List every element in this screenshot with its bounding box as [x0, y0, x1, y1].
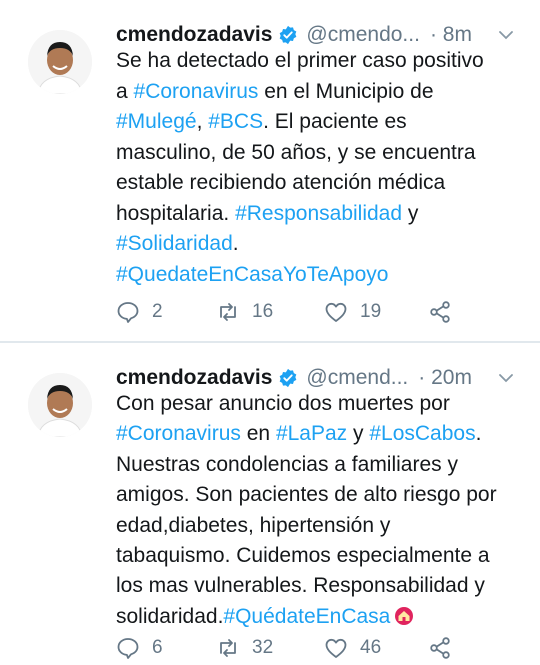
- tweet-text-line: #QuedateEnCasaYoTeApoyo: [116, 260, 536, 291]
- tweet-text-segment: a: [116, 79, 134, 103]
- timestamp[interactable]: · 20m: [418, 364, 472, 392]
- tweet-text-segment: en el Municipio de: [258, 79, 434, 103]
- hashtag-link[interactable]: #QuédateEnCasa: [223, 605, 390, 628]
- tweet-text-segment: ,: [196, 110, 209, 133]
- tweet-text-line: Con pesar anuncio dos muertes por: [116, 389, 536, 419]
- tweet-text-line: #Solidaridad.: [116, 229, 536, 260]
- tweet-text-segment: amigos. Son pacientes de alto riesgo por: [116, 483, 497, 507]
- tweet-text-segment: y: [402, 201, 419, 225]
- avatar[interactable]: [28, 30, 92, 94]
- tweet-text-segment: Se ha detectado el primer caso positivo: [116, 49, 484, 72]
- chevron-down-icon[interactable]: [498, 370, 514, 386]
- verified-badge-icon: [280, 25, 297, 45]
- handle[interactable]: @cmendo...: [306, 21, 420, 49]
- hashtag-link[interactable]: #BCS: [208, 110, 263, 133]
- retweet-icon: [220, 303, 236, 321]
- display-name[interactable]: cmendozadavis: [116, 21, 272, 49]
- tweet-text-line: edad,diabetes, hipertensión y: [116, 511, 536, 541]
- hashtag-link[interactable]: #Responsabilidad: [235, 202, 402, 225]
- hashtag-link[interactable]: #LaPaz: [276, 422, 347, 445]
- display-name[interactable]: cmendozadavis: [116, 364, 272, 392]
- avatar[interactable]: [28, 373, 92, 437]
- chevron-down-icon[interactable]: [498, 27, 514, 43]
- timestamp[interactable]: · 8m: [430, 21, 472, 49]
- tweet-text-segment: hospitalaria.: [116, 201, 236, 225]
- hashtag-link[interactable]: #LosCabos: [369, 422, 475, 445]
- retweet-icon: [220, 639, 236, 657]
- tweet-text-segment: . El paciente es: [263, 110, 407, 133]
- tweet-text: Se ha detectado el primer caso positivo a…: [116, 46, 536, 290]
- verified-badge-icon: [280, 368, 297, 388]
- house-with-garden-icon: [395, 606, 414, 625]
- reply-count: 6: [152, 637, 163, 658]
- like-count: 46: [360, 637, 382, 658]
- tweet-text-line: Nuestras condolencias a familiares y: [116, 450, 536, 480]
- hashtag-link[interactable]: #Solidaridad: [116, 232, 233, 255]
- reply-icon: [117, 638, 139, 659]
- tweet-text-segment: edad,diabetes, hipertensión y: [116, 513, 391, 537]
- reply-icon: [117, 302, 139, 323]
- tweet-text-segment: Con pesar anuncio dos muertes por: [116, 392, 450, 415]
- like-button[interactable]: 46: [324, 636, 428, 660]
- retweet-count: 32: [252, 637, 274, 658]
- tweet-text-line: solidaridad.#QuédateEnCasa: [116, 602, 536, 632]
- tweet-text-segment: .: [232, 232, 239, 255]
- like-count: 19: [360, 301, 382, 322]
- tweet-text-segment: tabaquismo. Cuidemos especialmente a: [116, 544, 490, 568]
- avatar-photo-icon: [28, 373, 92, 437]
- tweet-text-segment: estable recibiendo atención médica: [116, 171, 446, 194]
- hashtag-link[interactable]: #Coronavirus: [116, 422, 241, 445]
- like-icon: [325, 302, 347, 322]
- tweet-text-line: a #Coronavirus en el Municipio de: [116, 77, 536, 108]
- tweet-text-segment: y: [347, 422, 370, 446]
- tweet-text-line: hospitalaria. #Responsabilidad y: [116, 199, 536, 230]
- retweet-count: 16: [252, 301, 274, 322]
- share-button[interactable]: [428, 636, 452, 660]
- tweet-text-line: #Coronavirus en #LaPaz y #LosCabos.: [116, 419, 536, 449]
- tweet-text-segment: los mas vulnerables. Responsabilidad y: [116, 574, 485, 598]
- tweet-actions: 6 32 46: [116, 633, 452, 663]
- reply-button[interactable]: 2: [116, 300, 216, 324]
- tweet-text-segment: Nuestras condolencias a familiares y: [116, 452, 458, 476]
- like-button[interactable]: 19: [324, 300, 428, 324]
- tweet-actions: 2 16 19: [116, 297, 452, 327]
- share-icon: [430, 301, 450, 323]
- tweet-text: Con pesar anuncio dos muertes por #Corona…: [116, 389, 536, 632]
- retweet-button[interactable]: 32: [216, 636, 324, 660]
- tweet-text-line: #Mulegé, #BCS. El paciente es: [116, 107, 536, 138]
- avatar-photo-icon: [28, 30, 92, 94]
- tweet-text-line: tabaquismo. Cuidemos especialmente a: [116, 541, 536, 571]
- like-icon: [325, 638, 347, 658]
- tweet-text-line: Se ha detectado el primer caso positivo: [116, 46, 536, 77]
- hashtag-link[interactable]: #Coronavirus: [134, 80, 259, 103]
- tweet[interactable]: cmendozadavis @cmendo... · 8m Se ha dete…: [0, 0, 540, 342]
- tweet-text-line: masculino, de 50 años, y se encuentra: [116, 138, 536, 169]
- tweet-text-segment: en: [240, 422, 276, 446]
- tweet-text-segment: .: [475, 422, 482, 446]
- reply-button[interactable]: 6: [116, 636, 216, 660]
- share-button[interactable]: [428, 300, 452, 324]
- handle[interactable]: @cmend...: [306, 364, 408, 392]
- tweet[interactable]: cmendozadavis @cmend... · 20m Con pesar …: [0, 343, 540, 665]
- share-icon: [430, 637, 450, 659]
- hashtag-link[interactable]: #Mulegé: [116, 110, 197, 133]
- reply-count: 2: [152, 301, 163, 322]
- hashtag-link[interactable]: #QuedateEnCasaYoTeApoyo: [116, 263, 388, 286]
- tweet-text-line: los mas vulnerables. Responsabilidad y: [116, 571, 536, 601]
- tweet-text-line: amigos. Son pacientes de alto riesgo por: [116, 480, 536, 510]
- tweet-text-segment: masculino, de 50 años, y se encuentra: [116, 140, 476, 164]
- tweet-text-line: estable recibiendo atención médica: [116, 168, 536, 199]
- retweet-button[interactable]: 16: [216, 300, 324, 324]
- tweet-text-segment: solidaridad.: [116, 604, 224, 628]
